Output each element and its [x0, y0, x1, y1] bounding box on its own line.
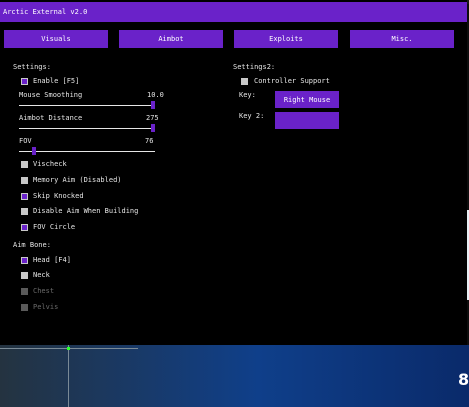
aim-bone-heading: Aim Bone:	[13, 241, 51, 249]
minimap-player-dot	[67, 347, 70, 350]
controller-support-label: Controller Support	[254, 77, 330, 85]
fov-handle[interactable]	[32, 147, 37, 155]
title-bar[interactable]: Arctic External v2.0	[0, 2, 467, 22]
aim-bone-neck-label: Neck	[33, 271, 50, 279]
menu-window: Arctic External v2.0 Visuals Aimbot Expl…	[0, 0, 467, 345]
mouse-smoothing-track[interactable]	[19, 105, 155, 106]
vischeck-checkbox[interactable]	[21, 161, 28, 168]
aim-bone-chest-label: Chest	[33, 287, 55, 295]
fov-circle-label: FOV Circle	[33, 223, 76, 231]
memory-aim-label: Memory Aim (Disabled)	[33, 176, 122, 184]
key-bind-button[interactable]: Right Mouse	[275, 91, 339, 108]
background-scene	[0, 345, 469, 407]
background-corner-number: 8	[458, 370, 469, 389]
skip-knocked-checkbox[interactable]	[21, 193, 28, 200]
aim-bone-neck-checkbox[interactable]	[21, 272, 28, 279]
aimbot-distance-value: 275	[146, 114, 159, 122]
aim-bone-pelvis-label: Pelvis	[33, 303, 59, 311]
fov-label: FOV	[19, 137, 32, 145]
tab-exploits[interactable]: Exploits	[234, 30, 338, 48]
memory-aim-checkbox[interactable]	[21, 177, 28, 184]
tab-aimbot[interactable]: Aimbot	[119, 30, 223, 48]
settings2-heading: Settings2:	[233, 63, 276, 71]
key2-bind-button[interactable]	[275, 112, 339, 129]
vischeck-label: Vischeck	[33, 160, 67, 168]
disable-aim-building-checkbox[interactable]	[21, 208, 28, 215]
controller-support-checkbox[interactable]	[241, 78, 248, 85]
aimbot-distance-label: Aimbot Distance	[19, 114, 83, 122]
key-label: Key:	[239, 91, 256, 99]
fov-circle-checkbox[interactable]	[21, 224, 28, 231]
mouse-smoothing-label: Mouse Smoothing	[19, 91, 83, 99]
enable-label: Enable [F5]	[33, 77, 80, 85]
aim-bone-head-label: Head [F4]	[33, 256, 71, 264]
enable-checkbox[interactable]	[21, 78, 28, 85]
aim-bone-chest-checkbox[interactable]	[21, 288, 28, 295]
mouse-smoothing-value: 10.0	[147, 91, 164, 99]
skip-knocked-label: Skip Knocked	[33, 192, 84, 200]
key2-label: Key 2:	[239, 112, 265, 120]
fov-track[interactable]	[19, 151, 155, 152]
tab-misc[interactable]: Misc.	[350, 30, 454, 48]
settings-heading: Settings:	[13, 63, 51, 71]
tab-visuals[interactable]: Visuals	[4, 30, 108, 48]
aimbot-distance-handle[interactable]	[151, 124, 155, 132]
aimbot-distance-track[interactable]	[19, 128, 155, 129]
fov-value: 76	[145, 137, 154, 145]
aim-bone-pelvis-checkbox[interactable]	[21, 304, 28, 311]
window-title: Arctic External v2.0	[3, 8, 88, 16]
aim-bone-head-checkbox[interactable]	[21, 257, 28, 264]
disable-aim-building-label: Disable Aim When Building	[33, 207, 139, 215]
mouse-smoothing-handle[interactable]	[151, 101, 155, 109]
